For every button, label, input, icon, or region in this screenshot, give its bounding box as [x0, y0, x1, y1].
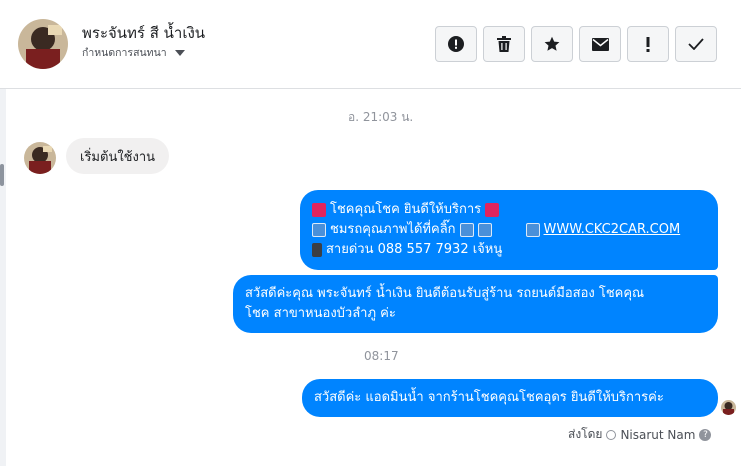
anger-symbol-icon — [485, 203, 500, 217]
down-arrow-icon — [477, 223, 492, 237]
timestamp-divider: 08:17 — [364, 349, 399, 363]
mark-done-button[interactable] — [675, 26, 717, 62]
timestamp-divider: อ. 21:03 น. — [348, 110, 414, 124]
outgoing-message-welcome[interactable]: โชคคุณโชค ยินดีให้บริการ ชมรถคุณภาพได้ที… — [300, 190, 718, 270]
play-button-icon — [312, 223, 326, 237]
sent-by-label: ส่งโดย — [568, 427, 603, 441]
message-line-2-text: ชมรถคุณภาพได้ที่คลิ๊ก — [330, 222, 456, 237]
mark-unread-button[interactable] — [579, 26, 621, 62]
message-line-1: โชคคุณโชค ยินดีให้บริการ — [312, 200, 706, 220]
exclamation-icon — [646, 36, 650, 52]
star-icon — [544, 36, 560, 51]
incoming-message[interactable]: เริ่มต้นใช้งาน — [66, 138, 170, 174]
message-line-1-text: โชคคุณโชค ยินดีให้บริการ — [330, 202, 482, 217]
conversation-settings-label: กำหนดการสนทนา — [82, 47, 167, 59]
check-circle-icon — [606, 429, 617, 440]
mobile-phone-icon — [312, 243, 322, 257]
down-arrow-icon — [459, 223, 474, 237]
header-actions — [435, 26, 717, 62]
report-button[interactable] — [435, 26, 477, 62]
seen-avatar — [721, 400, 736, 415]
caret-down-icon — [174, 49, 185, 56]
sent-by-info: ส่งโดย Nisarut Nam ? — [568, 425, 712, 444]
outgoing-message-greeting[interactable]: สวัสดีค่ะคุณ พระจันทร์ น้ำเงิน ยินดีต้อน… — [233, 275, 718, 333]
exclamation-circle-icon — [448, 36, 464, 52]
thread-list-edge — [0, 89, 6, 466]
anger-symbol-icon — [312, 203, 326, 217]
message-line-3-text: สายด่วน 088 557 7932 เจ้หนู — [326, 242, 503, 257]
spam-button[interactable] — [627, 26, 669, 62]
contact-avatar[interactable] — [18, 19, 68, 69]
scrollbar-handle[interactable] — [0, 164, 4, 186]
play-button-icon — [525, 223, 540, 237]
sender-avatar[interactable] — [24, 142, 56, 174]
help-icon[interactable]: ? — [699, 428, 712, 441]
delete-button[interactable] — [483, 26, 525, 62]
message-greeting-line-2: โชค สาขาหนองบัวลำภู ค่ะ — [245, 306, 396, 321]
envelope-icon — [591, 37, 609, 51]
trash-icon — [497, 36, 511, 52]
sent-by-name[interactable]: Nisarut Nam — [620, 428, 695, 442]
conversation-header: พระจันทร์ สี น้ำเงิน กำหนดการสนทนา — [0, 0, 741, 89]
star-button[interactable] — [531, 26, 573, 62]
message-line-3: สายด่วน 088 557 7932 เจ้หนู — [312, 240, 706, 260]
outgoing-message-admin[interactable]: สวัสดีค่ะ แอดมินน้ำ จากร้านโชคคุณโชคอุดร… — [302, 379, 718, 417]
contact-name[interactable]: พระจันทร์ สี น้ำเงิน — [82, 21, 205, 45]
message-line-2: ชมรถคุณภาพได้ที่คลิ๊ก WWW.CKC2CAR.COM — [312, 220, 706, 240]
conversation-settings-dropdown[interactable]: กำหนดการสนทนา — [82, 44, 185, 61]
website-link[interactable]: WWW.CKC2CAR.COM — [544, 220, 681, 240]
checkmark-icon — [688, 38, 704, 50]
message-greeting-line-1: สวัสดีค่ะคุณ พระจันทร์ น้ำเงิน ยินดีต้อน… — [245, 286, 645, 301]
